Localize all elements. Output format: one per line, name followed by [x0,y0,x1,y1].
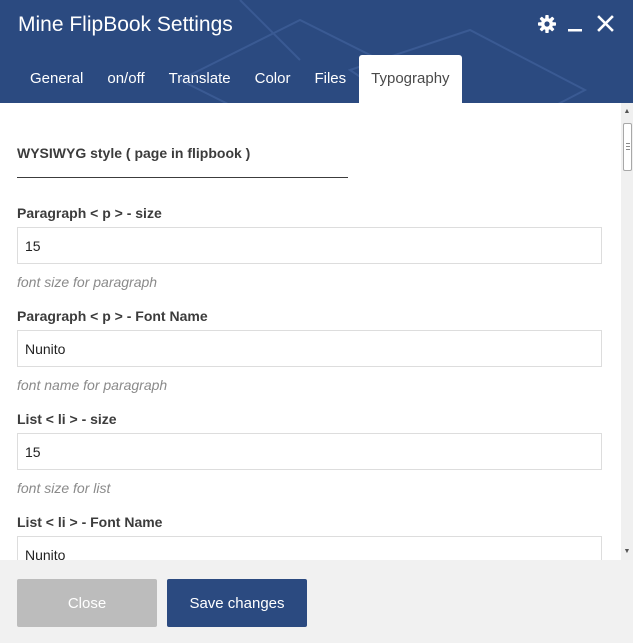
content-scrollbar[interactable]: ▲ ▼ [621,103,633,560]
list-size-label: List < li > - size [17,411,117,427]
paragraph-size-label: Paragraph < p > - size [17,205,162,221]
settings-content: WYSIWYG style ( page in flipbook ) Parag… [0,103,621,560]
dialog-footer: Close Save changes [0,560,633,643]
tab-files[interactable]: Files [302,55,358,103]
paragraph-size-input[interactable] [17,227,602,264]
dialog-header: Mine FlipBook Settings General on/off Tr… [0,0,633,103]
paragraph-font-input[interactable] [17,330,602,367]
tab-translate[interactable]: Translate [157,55,243,103]
tab-color[interactable]: Color [243,55,303,103]
close-icon[interactable] [596,14,616,34]
section-divider [17,177,348,178]
paragraph-font-help: font name for paragraph [17,377,168,393]
list-size-help: font size for list [17,480,111,496]
save-changes-button[interactable]: Save changes [167,579,307,627]
tab-on-off[interactable]: on/off [95,55,156,103]
list-font-label: List < li > - Font Name [17,514,163,530]
paragraph-size-help: font size for paragraph [17,274,158,290]
close-button[interactable]: Close [17,579,157,627]
list-size-input[interactable] [17,433,602,470]
scroll-thumb[interactable] [623,123,632,171]
paragraph-font-label: Paragraph < p > - Font Name [17,308,208,324]
gear-icon[interactable] [537,14,557,34]
dialog-title: Mine FlipBook Settings [18,13,233,36]
scroll-up-arrow-icon[interactable]: ▲ [621,105,633,119]
tab-general[interactable]: General [18,55,95,103]
minimize-icon[interactable] [566,14,586,34]
tab-typography[interactable]: Typography [359,55,462,103]
section-title: WYSIWYG style ( page in flipbook ) [17,145,251,161]
list-font-input[interactable] [17,536,602,560]
scroll-down-arrow-icon[interactable]: ▼ [621,545,633,559]
settings-tabs: General on/off Translate Color Files Typ… [18,55,462,103]
